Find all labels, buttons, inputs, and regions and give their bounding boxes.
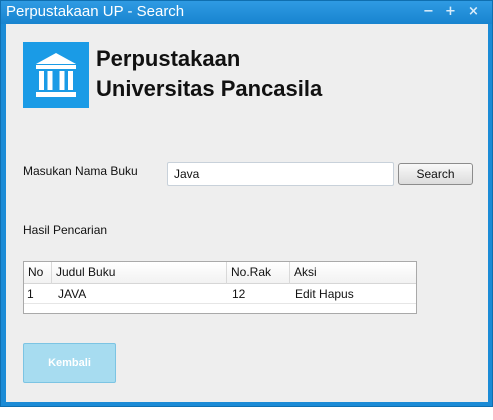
delete-link[interactable]: Hapus bbox=[319, 287, 354, 301]
minimize-icon[interactable]: − bbox=[420, 4, 437, 20]
app-window: Perpustakaan UP - Search − + × Perpustak… bbox=[0, 0, 493, 407]
search-label: Masukan Nama Buku bbox=[23, 164, 138, 178]
main-panel: Perpustakaan Universitas Pancasila Masuk… bbox=[6, 24, 488, 402]
column-header-judul[interactable]: Judul Buku bbox=[52, 262, 227, 284]
edit-link[interactable]: Edit bbox=[295, 287, 316, 301]
search-input[interactable] bbox=[167, 162, 394, 186]
column-header-aksi[interactable]: Aksi bbox=[290, 262, 416, 284]
close-icon[interactable]: × bbox=[465, 4, 482, 20]
results-label: Hasil Pencarian bbox=[23, 223, 108, 237]
app-title: Perpustakaan Universitas Pancasila bbox=[96, 44, 322, 104]
back-button[interactable]: Kembali bbox=[23, 343, 116, 383]
app-title-line1: Perpustakaan bbox=[96, 46, 241, 71]
table-header: No Judul Buku No.Rak Aksi bbox=[24, 262, 416, 284]
app-title-line2: Universitas Pancasila bbox=[96, 76, 323, 101]
cell-judul: JAVA bbox=[58, 287, 87, 301]
library-building-icon bbox=[23, 42, 89, 108]
window-title: Perpustakaan UP - Search bbox=[6, 3, 185, 20]
cell-aksi: Edit Hapus bbox=[290, 284, 416, 304]
cell-rak: 12 bbox=[232, 287, 246, 301]
search-button[interactable]: Search bbox=[398, 163, 473, 185]
column-header-rak[interactable]: No.Rak bbox=[227, 262, 290, 284]
cell-no: 1 bbox=[27, 287, 34, 301]
maximize-icon[interactable]: + bbox=[442, 4, 459, 20]
column-header-no[interactable]: No bbox=[24, 262, 52, 284]
results-table: No Judul Buku No.Rak Aksi 1 JAVA 12 Edit… bbox=[23, 261, 417, 314]
table-row[interactable]: 1 JAVA 12 Edit Hapus bbox=[24, 284, 416, 304]
title-bar[interactable]: Perpustakaan UP - Search − + × bbox=[1, 1, 492, 24]
